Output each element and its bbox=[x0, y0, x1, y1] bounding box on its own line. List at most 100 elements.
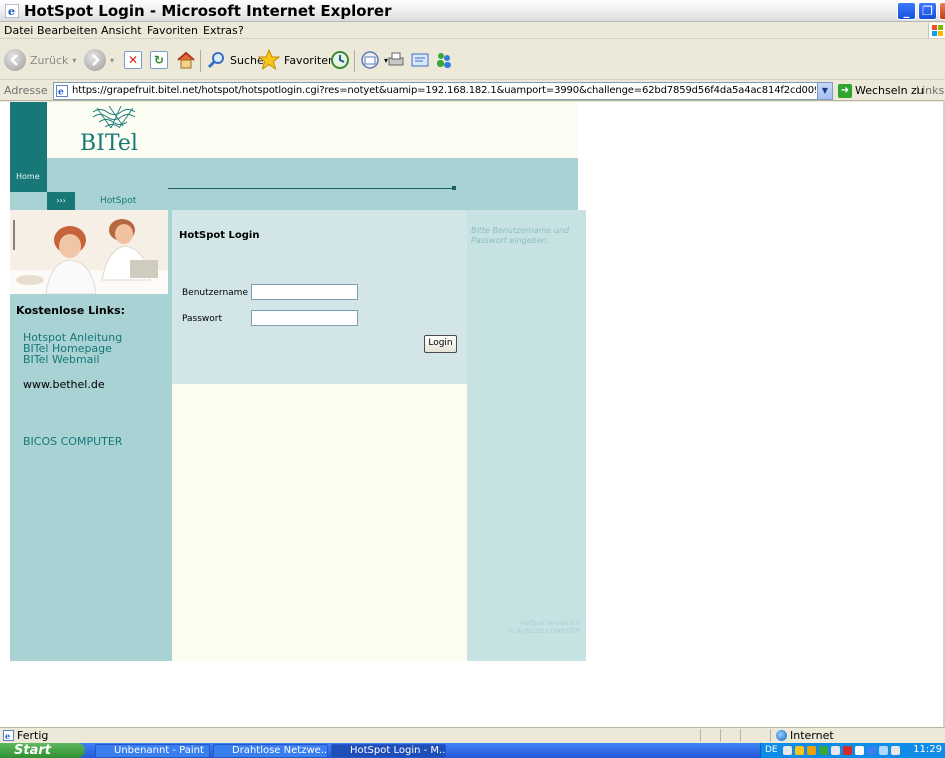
nav-arrows: ››› bbox=[47, 192, 75, 210]
link-bethel[interactable]: www.bethel.de bbox=[23, 378, 105, 391]
menu-view[interactable]: Ansicht bbox=[101, 24, 142, 37]
form-title: HotSpot Login bbox=[179, 230, 260, 241]
bitel-logo: BITel bbox=[75, 104, 155, 156]
star-icon bbox=[258, 49, 280, 71]
links-heading: Kostenlose Links: bbox=[16, 304, 126, 317]
close-button[interactable] bbox=[939, 2, 945, 20]
menu-file[interactable]: Datei bbox=[4, 24, 33, 37]
refresh-button[interactable]: ↻ bbox=[150, 48, 168, 72]
address-input[interactable]: e https://grapefruit.bitel.net/hotspot/h… bbox=[53, 82, 833, 100]
link-bitel-webmail[interactable]: BITel Webmail bbox=[23, 353, 100, 366]
edit-button[interactable] bbox=[410, 48, 430, 72]
login-form: HotSpot Login Benutzername Passwort Logi… bbox=[172, 210, 467, 384]
address-url: https://grapefruit.bitel.net/hotspot/hot… bbox=[72, 85, 816, 96]
task-paint[interactable]: Unbenannt - Paint bbox=[95, 744, 210, 758]
toolbar-separator bbox=[200, 50, 201, 72]
right-column: Bitte Benutzername und Passwort eingeben… bbox=[467, 210, 586, 661]
stop-icon: ✕ bbox=[124, 51, 142, 69]
minimize-button[interactable]: _ bbox=[897, 2, 916, 20]
tray-icon[interactable] bbox=[783, 746, 792, 755]
maximize-button[interactable]: ❐ bbox=[918, 2, 937, 20]
task-wireless[interactable]: Drahtlose Netzwe... bbox=[213, 744, 328, 758]
history-button[interactable] bbox=[330, 48, 350, 72]
nav-divider-dot bbox=[452, 186, 456, 190]
window-title: HotSpot Login - Microsoft Internet Explo… bbox=[24, 2, 392, 20]
address-label: Adresse bbox=[4, 84, 48, 97]
toolbar: Zurück ▾ ▾ ✕ ↻ Suchen Favoriten ▾ bbox=[0, 40, 945, 80]
brand-name: BITel bbox=[80, 131, 138, 156]
menu-favorites[interactable]: Favoriten bbox=[147, 24, 198, 37]
title-bar: e HotSpot Login - Microsoft Internet Exp… bbox=[0, 0, 945, 22]
login-button[interactable]: Login bbox=[424, 335, 457, 353]
nav-home[interactable]: Home bbox=[16, 172, 40, 181]
ie-icon: e bbox=[5, 4, 19, 18]
forward-arrow-icon bbox=[84, 49, 106, 71]
go-button[interactable]: Wechseln zu bbox=[855, 84, 924, 97]
version-line: HotSpot Version 1.0 bbox=[520, 620, 580, 627]
header-strip bbox=[10, 102, 47, 158]
tray-icon[interactable] bbox=[867, 746, 876, 755]
history-icon bbox=[331, 51, 349, 69]
internet-zone-icon bbox=[776, 730, 787, 741]
mail-button[interactable]: ▾ bbox=[360, 48, 388, 72]
toolbar-separator bbox=[354, 50, 355, 72]
username-input[interactable] bbox=[251, 284, 358, 300]
back-label: Zurück bbox=[30, 53, 69, 67]
start-button[interactable]: Start bbox=[0, 743, 85, 758]
password-label: Passwort bbox=[182, 314, 223, 324]
menu-extras[interactable]: Extras bbox=[203, 24, 238, 37]
clock: 11:29 bbox=[913, 744, 942, 755]
tray-icon[interactable] bbox=[891, 746, 900, 755]
mail-icon bbox=[361, 51, 379, 69]
language-indicator[interactable]: DE bbox=[765, 745, 778, 755]
address-dropdown-icon[interactable]: ▼ bbox=[817, 83, 832, 99]
status-divider bbox=[700, 729, 701, 742]
login-hint: Bitte Benutzername und Passwort eingeben… bbox=[471, 226, 569, 245]
tray-icon[interactable] bbox=[855, 746, 864, 755]
page-status-icon: e bbox=[3, 730, 14, 741]
zone-text: Internet bbox=[790, 729, 834, 742]
page-icon: e bbox=[56, 85, 68, 97]
status-divider bbox=[720, 729, 721, 742]
refresh-icon: ↻ bbox=[150, 51, 168, 69]
address-bar: Adresse e https://grapefruit.bitel.net/h… bbox=[0, 81, 945, 101]
status-bar: e Fertig Internet bbox=[0, 727, 945, 743]
home-button[interactable] bbox=[176, 48, 196, 72]
links-button[interactable]: Links bbox=[916, 84, 944, 97]
messenger-button[interactable] bbox=[434, 48, 454, 72]
nav-divider bbox=[168, 188, 453, 189]
system-tray: DE 11:29 bbox=[760, 743, 945, 758]
tray-icon[interactable] bbox=[807, 746, 816, 755]
print-button[interactable] bbox=[386, 48, 406, 72]
link-bicos[interactable]: BICOS COMPUTER bbox=[23, 435, 122, 448]
tray-icon[interactable] bbox=[831, 746, 840, 755]
browser-content: BITel Home ››› HotSpot Kostenlose Links:… bbox=[0, 102, 945, 727]
tray-icon[interactable] bbox=[843, 746, 852, 755]
copyright-line: © by BICOS COMPUTER bbox=[508, 628, 580, 635]
left-sidebar: Kostenlose Links: Hotspot Anleitung BITe… bbox=[10, 210, 172, 661]
status-text: Fertig bbox=[17, 729, 49, 742]
favorites-button[interactable]: Favoriten bbox=[258, 48, 335, 72]
status-divider bbox=[770, 729, 771, 742]
tray-icon[interactable] bbox=[795, 746, 804, 755]
home-icon bbox=[177, 51, 195, 69]
tray-icon[interactable] bbox=[819, 746, 828, 755]
svg-text:e: e bbox=[58, 88, 64, 98]
nav-hotspot[interactable]: HotSpot bbox=[100, 196, 136, 206]
svg-text:e: e bbox=[8, 5, 15, 18]
messenger-icon bbox=[437, 53, 451, 68]
stop-button[interactable]: ✕ bbox=[124, 48, 142, 72]
back-arrow-icon bbox=[4, 49, 26, 71]
search-icon bbox=[207, 52, 224, 69]
menu-help[interactable]: ? bbox=[238, 24, 244, 37]
go-arrow-icon[interactable]: ➜ bbox=[838, 84, 852, 98]
task-ie[interactable]: HotSpot Login - M... bbox=[331, 744, 446, 758]
back-dropdown-icon[interactable]: ▾ bbox=[72, 56, 76, 65]
menu-edit[interactable]: Bearbeiten bbox=[37, 24, 97, 37]
forward-dropdown-icon[interactable]: ▾ bbox=[110, 56, 114, 65]
forward-button[interactable]: ▾ bbox=[84, 48, 114, 72]
back-button[interactable]: Zurück ▾ bbox=[4, 48, 76, 72]
tray-icon[interactable] bbox=[879, 746, 888, 755]
edit-icon bbox=[411, 53, 429, 67]
password-input[interactable] bbox=[251, 310, 358, 326]
